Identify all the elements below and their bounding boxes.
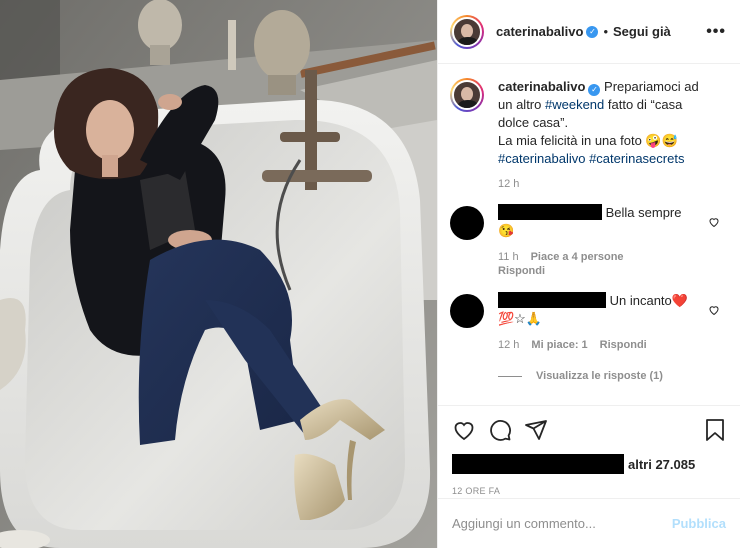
comment: Un incanto❤️ 💯☆🙏 12 h Mi piace: 1 Rispondi — [450, 292, 726, 352]
photo-illustration — [0, 0, 437, 548]
caption: caterinabalivo ✓ Prepariamoci ad un altro… — [450, 78, 726, 168]
view-replies-button[interactable]: Visualizza le risposte (1) — [498, 370, 726, 382]
likes-count[interactable]: altri 27.085 — [452, 454, 726, 474]
comment-like-heart-icon[interactable] — [708, 304, 720, 316]
reply-button[interactable]: Rispondi — [600, 339, 647, 351]
post-photo[interactable] — [0, 0, 437, 548]
comment-meta: 12 h Mi piace: 1 Rispondi — [498, 338, 708, 352]
add-comment-bar: Aggiungi un commento... Pubblica — [438, 498, 740, 548]
comment-icon[interactable] — [488, 418, 512, 442]
share-icon[interactable] — [524, 418, 548, 442]
comments-section[interactable]: caterinabalivo ✓ Prepariamoci ad un altro… — [438, 64, 740, 404]
caption-time: 12 h — [498, 178, 520, 190]
comment: Bella sempre 😘 11 h Piace a 4 persone Ris… — [450, 204, 726, 278]
post-actions: altri 27.085 12 ORE FA — [438, 405, 740, 496]
caption-avatar[interactable] — [450, 78, 484, 112]
publish-button[interactable]: Pubblica — [672, 516, 726, 531]
reply-button[interactable]: Rispondi — [498, 265, 545, 277]
likes-label: altri 27.085 — [628, 456, 696, 472]
hashtag-weekend[interactable]: #weekend — [545, 97, 604, 112]
post-side-panel: caterinabalivo ✓ • Segui già ••• caterin… — [437, 0, 740, 548]
view-replies-label: Visualizza le risposte (1) — [536, 370, 663, 382]
comment-emoji: 💯☆🙏 — [498, 311, 543, 326]
redacted-liker — [452, 454, 624, 474]
comment-text: Un incanto❤️ — [609, 293, 688, 308]
commenter-avatar[interactable] — [450, 206, 484, 240]
more-options-icon[interactable]: ••• — [706, 23, 726, 41]
comment-like-heart-icon[interactable] — [708, 216, 720, 228]
verified-badge-icon: ✓ — [586, 25, 599, 38]
replies-divider — [498, 375, 522, 377]
comment-text: Bella sempre — [605, 205, 682, 220]
caption-username[interactable]: caterinabalivo — [498, 79, 585, 94]
redacted-username — [498, 292, 606, 308]
comment-time: 12 h — [498, 339, 520, 351]
heart-icon[interactable] — [452, 418, 476, 442]
caption-text-part: La mia felicità in una foto 🤪😅 — [498, 133, 678, 148]
commenter-avatar[interactable] — [450, 294, 484, 328]
redacted-username — [498, 204, 602, 220]
following-button[interactable]: Segui già — [613, 24, 671, 39]
post-timestamp: 12 ORE FA — [452, 486, 501, 496]
hashtag-caterinabalivo[interactable]: #caterinabalivo — [498, 151, 585, 166]
comment-input[interactable]: Aggiungi un commento... — [452, 516, 672, 531]
instagram-post: caterinabalivo ✓ • Segui già ••• caterin… — [0, 0, 740, 548]
comment-likes[interactable]: Mi piace: 1 — [531, 339, 587, 351]
bookmark-icon[interactable] — [704, 418, 726, 442]
comment-meta: 11 h Piace a 4 persone Rispondi — [498, 250, 708, 278]
comment-emoji: 😘 — [498, 223, 515, 238]
verified-badge-icon: ✓ — [588, 84, 601, 96]
caption-text: caterinabalivo ✓ Prepariamoci ad un altro… — [498, 78, 708, 168]
author-username[interactable]: caterinabalivo — [496, 24, 583, 39]
author-avatar[interactable] — [450, 14, 484, 49]
action-icons — [452, 416, 726, 444]
comment-time: 11 h — [498, 251, 519, 263]
comment-likes[interactable]: Piace a 4 persone — [531, 251, 624, 263]
post-header: caterinabalivo ✓ • Segui già ••• — [438, 0, 740, 64]
separator-dot: • — [603, 24, 608, 39]
hashtag-caterinasecrets[interactable]: #caterinasecrets — [589, 151, 684, 166]
